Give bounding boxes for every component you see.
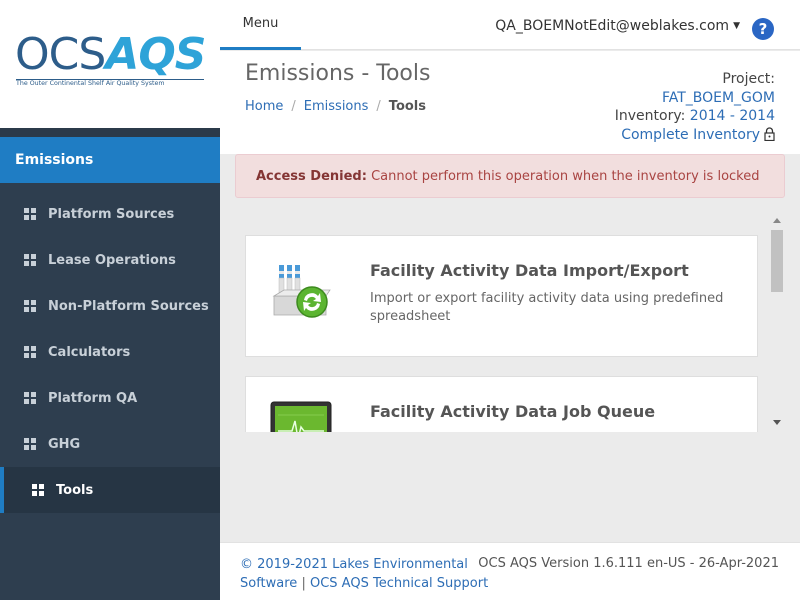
logo-ocs: OCS — [15, 29, 106, 80]
footer: © 2019-2021 Lakes Environmental Software… — [220, 542, 800, 600]
breadcrumb-current: Tools — [388, 99, 426, 114]
breadcrumb-separator: / — [376, 99, 381, 114]
project-label: Project: — [722, 71, 775, 87]
complete-inventory-link[interactable]: Complete Inventory — [621, 127, 760, 143]
page-header: Emissions - Tools Home / Emissions / Tools P… — [220, 51, 800, 154]
sidebar-section-emissions[interactable]: Emissions — [0, 137, 220, 183]
tool-card-import-export[interactable]: Facility Activity Data Import/Export Imp… — [245, 235, 758, 357]
sidebar-item-label: Platform QA — [48, 390, 138, 406]
grid-icon — [24, 208, 36, 220]
breadcrumb: Home / Emissions / Tools — [245, 99, 426, 114]
sidebar-band — [0, 128, 220, 137]
grid-icon — [24, 346, 36, 358]
lock-icon — [764, 126, 775, 141]
grid-icon — [24, 254, 36, 266]
tools-list[interactable]: Facility Activity Data Import/Export Imp… — [235, 215, 785, 432]
tool-card-job-queue[interactable]: Facility Activity Data Job Queue — [245, 376, 758, 432]
user-email: QA_BOEMNotEdit@weblakes.com — [495, 18, 730, 34]
grid-icon — [24, 300, 36, 312]
sidebar: OCSAQS The Outer Continental Shelf Air Q… — [0, 0, 220, 600]
sidebar-item-label: Platform Sources — [48, 206, 175, 222]
user-menu[interactable]: QA_BOEMNotEdit@weblakes.com ▼ — [495, 18, 740, 34]
version-info: OCS AQS Version 1.6.111 en-US - 26-Apr-2… — [478, 556, 779, 571]
sidebar-item-ghg[interactable]: GHG — [0, 421, 220, 467]
sidebar-item-platform-sources[interactable]: Platform Sources — [0, 191, 220, 237]
sidebar-nav: Platform Sources Lease Operations Non-Pl… — [0, 191, 220, 513]
project-link[interactable]: FAT_BOEM_GOM — [662, 90, 775, 106]
sidebar-item-label: GHG — [48, 436, 81, 452]
help-icon[interactable]: ? — [752, 18, 774, 40]
sidebar-item-lease-operations[interactable]: Lease Operations — [0, 237, 220, 283]
tool-description: Import or export facility activity data … — [370, 291, 724, 324]
scroll-down-arrow-icon[interactable] — [773, 420, 781, 425]
factory-sync-icon — [272, 265, 331, 318]
sidebar-item-label: Non-Platform Sources — [48, 298, 209, 314]
top-bar: Menu QA_BOEMNotEdit@weblakes.com ▼ ? — [220, 0, 800, 50]
scrollbar[interactable] — [770, 215, 784, 432]
logo[interactable]: OCSAQS The Outer Continental Shelf Air Q… — [0, 0, 220, 128]
chevron-down-icon: ▼ — [733, 21, 740, 31]
grid-icon — [24, 438, 36, 450]
breadcrumb-emissions[interactable]: Emissions — [304, 99, 369, 114]
sidebar-item-tools[interactable]: Tools — [0, 467, 220, 513]
access-denied-alert: Access Denied: Cannot perform this opera… — [235, 154, 785, 198]
breadcrumb-separator: / — [291, 99, 296, 114]
scroll-up-arrow-icon[interactable] — [773, 218, 781, 223]
logo-wordmark: OCSAQS — [15, 29, 206, 80]
technical-support-link[interactable]: OCS AQS Technical Support — [310, 576, 488, 591]
grid-icon — [24, 392, 36, 404]
monitor-chart-icon — [270, 401, 332, 432]
logo-aqs: AQS — [105, 29, 206, 80]
sidebar-item-label: Tools — [56, 482, 94, 498]
scroll-thumb[interactable] — [771, 230, 783, 292]
sidebar-item-label: Calculators — [48, 344, 131, 360]
breadcrumb-home[interactable]: Home — [245, 99, 283, 114]
project-info: Project: FAT_BOEM_GOM Inventory: 2014 - … — [615, 70, 775, 144]
sidebar-item-label: Lease Operations — [48, 252, 176, 268]
logo-tagline: The Outer Continental Shelf Air Quality … — [16, 80, 165, 87]
page-title: Emissions - Tools — [245, 61, 431, 86]
footer-links: © 2019-2021 Lakes Environmental Software… — [240, 555, 490, 593]
inventory-label: Inventory: — [614, 108, 686, 124]
alert-title: Access Denied: — [256, 169, 367, 184]
inventory-link[interactable]: 2014 - 2014 — [690, 108, 775, 124]
tool-title: Facility Activity Data Job Queue — [370, 402, 656, 421]
tab-menu[interactable]: Menu — [220, 0, 301, 50]
sidebar-item-non-platform-sources[interactable]: Non-Platform Sources — [0, 283, 220, 329]
sidebar-item-platform-qa[interactable]: Platform QA — [0, 375, 220, 421]
grid-icon — [32, 484, 44, 496]
alert-message: Cannot perform this operation when the i… — [371, 169, 760, 184]
tool-title: Facility Activity Data Import/Export — [370, 261, 689, 280]
footer-separator: | — [301, 576, 306, 591]
sidebar-item-calculators[interactable]: Calculators — [0, 329, 220, 375]
